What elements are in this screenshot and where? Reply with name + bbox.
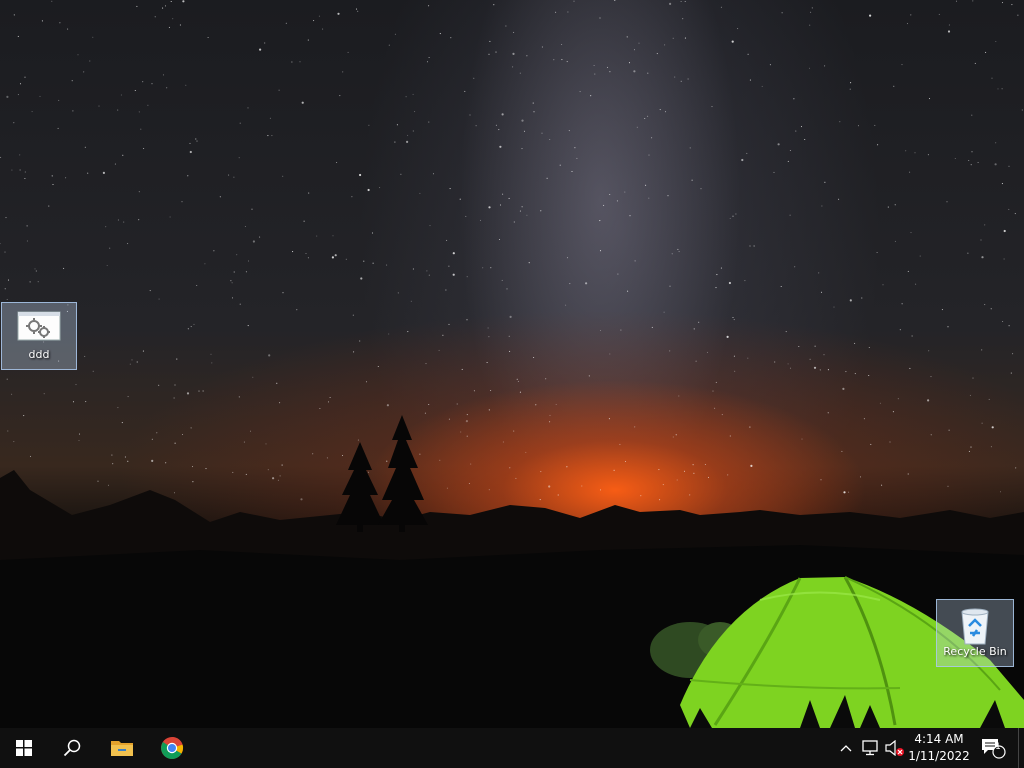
clock-date: 1/11/2022 (908, 749, 970, 763)
show-desktop-button[interactable] (1018, 728, 1024, 768)
desktop-wallpaper (0, 0, 1024, 728)
taskbar: 4:14 AM 1/11/2022 1 (0, 728, 1024, 768)
windows-logo-icon (16, 740, 32, 756)
pine-trees (336, 415, 428, 532)
recycle-bin-icon (953, 606, 997, 645)
desktop-icon-label: Recycle Bin (943, 645, 1007, 658)
action-center-button[interactable]: 1 (978, 728, 1008, 768)
folder-icon (111, 741, 133, 756)
clock-time: 4:14 AM (914, 732, 964, 746)
desktop-icon-ddd[interactable]: ddd (1, 302, 77, 370)
file-explorer-button[interactable] (98, 728, 146, 768)
network-tray-button[interactable] (860, 728, 882, 768)
show-hidden-icons-button[interactable] (836, 728, 856, 768)
notification-count-badge: 1 (995, 742, 1001, 752)
start-button[interactable] (0, 728, 48, 768)
chrome-button[interactable] (148, 728, 196, 768)
settings-gear-icon (17, 309, 61, 343)
chrome-icon (161, 736, 184, 759)
volume-tray-button[interactable] (884, 728, 906, 768)
search-button[interactable] (48, 728, 96, 768)
clock[interactable]: 4:14 AM 1/11/2022 (906, 728, 972, 768)
search-icon (63, 739, 81, 757)
volume-muted-icon (885, 740, 904, 756)
stars (0, 0, 1023, 501)
desktop-icon-recycle-bin[interactable]: Recycle Bin (936, 599, 1014, 667)
network-icon (862, 740, 878, 756)
desktop-icon-label: ddd (28, 348, 50, 361)
chevron-up-icon (840, 745, 852, 752)
